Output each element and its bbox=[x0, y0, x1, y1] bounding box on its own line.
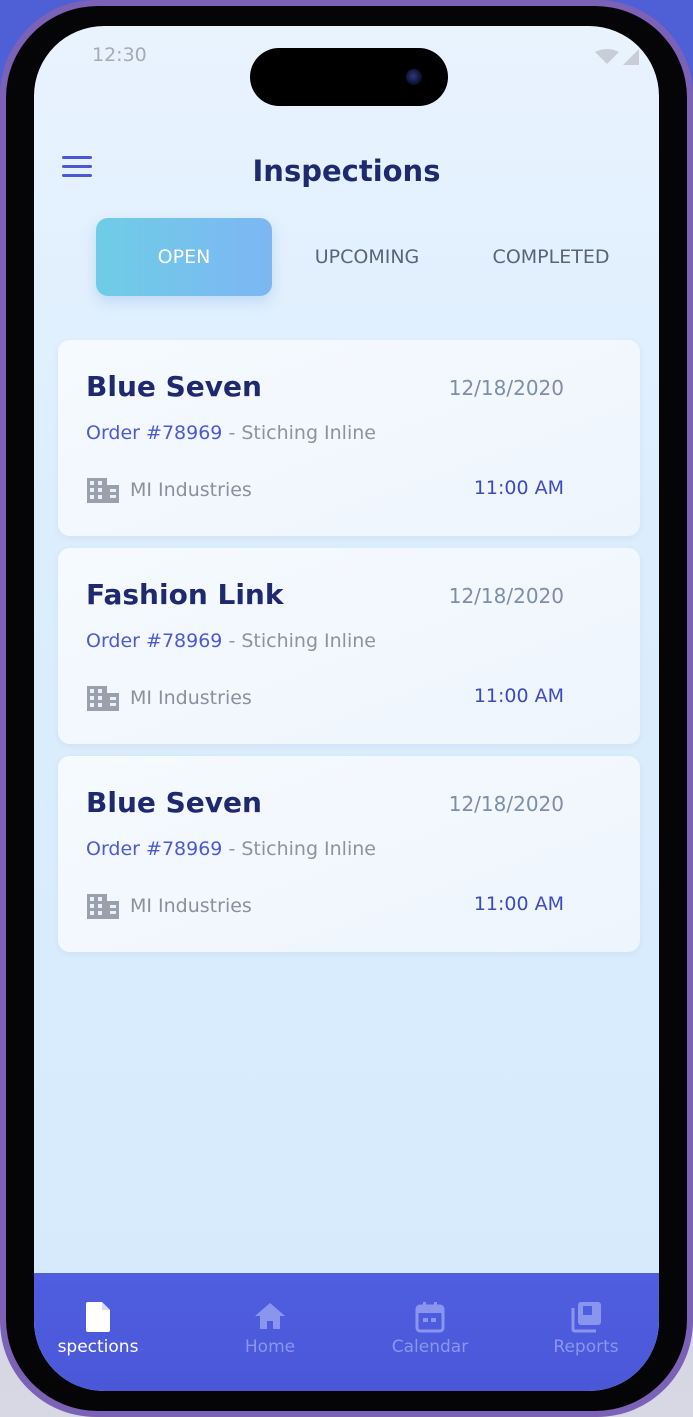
front-camera-icon bbox=[406, 69, 422, 85]
phone-frame: 12:30 Inspections OPEN UPCOMING COMPLETE… bbox=[0, 0, 693, 1417]
card-company: MI Industries bbox=[86, 476, 252, 504]
nav-home[interactable]: Home bbox=[210, 1301, 330, 1357]
nav-inspections[interactable]: spections bbox=[34, 1301, 168, 1357]
order-number: Order #78969 bbox=[86, 630, 223, 652]
card-time: 11:00 AM bbox=[473, 893, 564, 915]
card-date: 12/18/2020 bbox=[448, 584, 564, 608]
signal-icon bbox=[595, 49, 639, 65]
nav-label: spections bbox=[57, 1337, 139, 1357]
card-order: Order #78969 - Stiching Inline bbox=[86, 422, 376, 444]
card-order: Order #78969 - Stiching Inline bbox=[86, 630, 376, 652]
phone-bezel: 12:30 Inspections OPEN UPCOMING COMPLETE… bbox=[6, 6, 687, 1411]
card-date: 12/18/2020 bbox=[448, 792, 564, 816]
order-type: - Stiching Inline bbox=[222, 630, 376, 652]
building-icon bbox=[87, 478, 119, 503]
nav-label: Home bbox=[244, 1337, 296, 1357]
building-icon bbox=[87, 894, 119, 919]
document-icon bbox=[86, 1302, 110, 1332]
inspection-card[interactable]: Blue Seven 12/18/2020 Order #78969 - Sti… bbox=[58, 756, 640, 952]
calendar-icon bbox=[415, 1302, 445, 1333]
tab-open[interactable]: OPEN bbox=[96, 218, 272, 296]
inspection-card[interactable]: Fashion Link 12/18/2020 Order #78969 - S… bbox=[58, 548, 640, 744]
order-type: - Stiching Inline bbox=[222, 422, 376, 444]
status-time: 12:30 bbox=[92, 44, 147, 66]
company-name: MI Industries bbox=[130, 479, 252, 501]
inspection-card[interactable]: Blue Seven 12/18/2020 Order #78969 - Sti… bbox=[58, 340, 640, 536]
nav-reports[interactable]: Reports bbox=[526, 1301, 646, 1357]
card-time: 11:00 AM bbox=[473, 477, 564, 499]
company-name: MI Industries bbox=[130, 687, 252, 709]
order-number: Order #78969 bbox=[86, 422, 223, 444]
card-title: Fashion Link bbox=[86, 578, 284, 611]
reports-icon bbox=[571, 1302, 601, 1333]
company-name: MI Industries bbox=[130, 895, 252, 917]
home-icon bbox=[255, 1303, 285, 1329]
tab-upcoming[interactable]: UPCOMING bbox=[282, 218, 452, 296]
card-date: 12/18/2020 bbox=[448, 376, 564, 400]
nav-label: Reports bbox=[553, 1337, 619, 1357]
card-time: 11:00 AM bbox=[473, 685, 564, 707]
nav-label: Calendar bbox=[391, 1337, 469, 1357]
card-order: Order #78969 - Stiching Inline bbox=[86, 838, 376, 860]
card-title: Blue Seven bbox=[86, 786, 262, 819]
card-company: MI Industries bbox=[86, 892, 252, 920]
app-screen: 12:30 Inspections OPEN UPCOMING COMPLETE… bbox=[34, 26, 659, 1391]
tab-completed[interactable]: COMPLETED bbox=[464, 218, 638, 296]
dynamic-island bbox=[250, 48, 448, 106]
order-type: - Stiching Inline bbox=[222, 838, 376, 860]
building-icon bbox=[87, 686, 119, 711]
order-number: Order #78969 bbox=[86, 838, 223, 860]
nav-calendar[interactable]: Calendar bbox=[370, 1301, 490, 1357]
page-title: Inspections bbox=[252, 154, 441, 188]
bottom-nav: spections Home Calendar Reports bbox=[34, 1273, 659, 1391]
card-company: MI Industries bbox=[86, 684, 252, 712]
card-title: Blue Seven bbox=[86, 370, 262, 403]
status-tabs: OPEN UPCOMING COMPLETED bbox=[96, 218, 626, 298]
